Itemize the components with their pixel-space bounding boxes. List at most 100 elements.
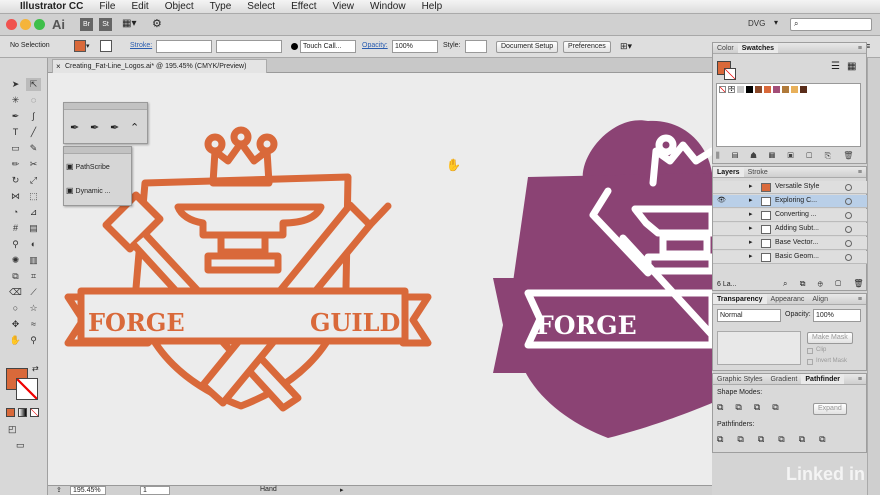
graphic-style-picker[interactable]: [465, 40, 487, 53]
stroke-weight-field[interactable]: [156, 40, 212, 53]
layer-target-icon[interactable]: [845, 184, 852, 191]
zoom-field[interactable]: 195.45%: [70, 486, 106, 495]
close-tab-icon[interactable]: ×: [56, 60, 61, 73]
layer-row[interactable]: ▸ Basic Geom...: [713, 251, 868, 264]
hand-tool-icon[interactable]: ✋: [8, 334, 23, 347]
menu-edit[interactable]: Edit: [123, 1, 156, 12]
opacity-field[interactable]: 100%: [392, 40, 438, 53]
swatch-6[interactable]: [782, 86, 789, 93]
anchor-point-icon[interactable]: ⌃: [130, 121, 139, 134]
color-mode-icon[interactable]: [6, 408, 15, 417]
puppet-warp-icon[interactable]: ✥: [8, 318, 23, 331]
warp-tool-icon[interactable]: ≈: [26, 318, 41, 331]
stroke-color-swatch[interactable]: [100, 40, 112, 52]
menu-view[interactable]: View: [324, 1, 362, 12]
swatch-8[interactable]: [800, 86, 807, 93]
zoom-window-icon[interactable]: [34, 19, 45, 30]
pathfinder-buttons[interactable]: ⧉⧉⧉⧉⧉⧉: [717, 434, 840, 445]
star-tool-icon[interactable]: ☆: [26, 302, 41, 315]
swatch-2[interactable]: [746, 86, 753, 93]
layer-row[interactable]: ▸ Adding Subt...: [713, 223, 868, 236]
expand-arrow-icon[interactable]: ▸: [749, 209, 753, 221]
lasso-icon[interactable]: ◌: [26, 94, 41, 107]
arrange-icon[interactable]: ⊞▾: [620, 41, 632, 52]
expand-arrow-icon[interactable]: ▸: [749, 195, 753, 207]
screen-mode-icon[interactable]: ▭: [16, 440, 25, 451]
flyout-grip[interactable]: [64, 103, 147, 110]
expand-arrow-icon[interactable]: ▸: [749, 181, 753, 193]
variable-width-profile[interactable]: [216, 40, 282, 53]
make-mask-button[interactable]: Make Mask: [807, 332, 853, 344]
tab-graphic-styles[interactable]: Graphic Styles: [713, 374, 767, 384]
layer-target-icon[interactable]: [845, 226, 852, 233]
close-window-icon[interactable]: [6, 19, 17, 30]
bridge-button[interactable]: Br: [80, 18, 93, 31]
swatch-4[interactable]: [764, 86, 771, 93]
preferences-button[interactable]: Preferences: [563, 41, 611, 53]
layer-target-icon[interactable]: [845, 254, 852, 261]
swatch-3[interactable]: [755, 86, 762, 93]
tab-swatches[interactable]: Swatches: [737, 43, 779, 53]
swatch-7[interactable]: [791, 86, 798, 93]
grid-view-icon[interactable]: ▦: [847, 61, 856, 72]
column-graph-icon[interactable]: ▥: [26, 254, 41, 267]
shape-mode-buttons[interactable]: ⧉⧉⧉⧉: [717, 402, 791, 413]
gradient-tool-icon[interactable]: ▤: [26, 222, 41, 235]
layer-row[interactable]: ▸ Base Vector...: [713, 237, 868, 250]
gpu-performance-icon[interactable]: ⚙: [152, 17, 162, 30]
line-tool-icon[interactable]: ╱: [26, 126, 41, 139]
menu-window[interactable]: Window: [362, 1, 414, 12]
scissors-icon[interactable]: ✂: [26, 158, 41, 171]
eyedropper-icon[interactable]: ⚲: [8, 238, 23, 251]
paintbrush-icon[interactable]: ✎: [26, 142, 41, 155]
fill-color-swatch[interactable]: [74, 40, 86, 52]
pathscribe-item[interactable]: ▣ PathScribe: [66, 159, 130, 175]
tab-appearance[interactable]: Appearanc: [767, 294, 809, 304]
mesh-tool-icon[interactable]: #: [8, 222, 23, 235]
swatch-none[interactable]: [719, 86, 726, 93]
opacity-label[interactable]: Opacity:: [362, 42, 388, 49]
layer-target-icon[interactable]: [845, 212, 852, 219]
swatch-registration[interactable]: ✣: [728, 86, 735, 93]
layers-menu-icon[interactable]: ≡: [854, 167, 866, 177]
expand-arrow-icon[interactable]: ▸: [749, 237, 753, 249]
plugin-grip[interactable]: [64, 147, 131, 154]
symbol-sprayer-icon[interactable]: ✺: [8, 254, 23, 267]
ellipse-tool-icon[interactable]: ○: [8, 302, 23, 315]
gradient-mode-icon[interactable]: [18, 408, 27, 417]
add-anchor-icon[interactable]: ✒: [90, 121, 99, 134]
chevron-down-icon[interactable]: ▾: [774, 18, 778, 27]
slice-tool-icon[interactable]: ⌗: [26, 270, 41, 283]
layer-actions[interactable]: ⌕ ⧉ ⊕ ▢ 🗑: [783, 279, 869, 289]
layer-row[interactable]: ▸ Converting ...: [713, 209, 868, 222]
artboard-tool-icon[interactable]: ⧉: [8, 270, 23, 283]
menu-effect[interactable]: Effect: [283, 1, 324, 12]
knife-icon[interactable]: ⟋: [26, 286, 41, 299]
brush-definition[interactable]: Touch Call...: [300, 40, 356, 53]
tab-color[interactable]: Color: [713, 43, 738, 53]
stroke-swatch[interactable]: [16, 378, 38, 400]
stock-button[interactable]: St: [99, 18, 112, 31]
artboard-field[interactable]: 1: [140, 486, 170, 495]
layer-target-icon[interactable]: [845, 198, 852, 205]
perspective-grid-icon[interactable]: ⊿: [26, 206, 41, 219]
stroke-label[interactable]: Stroke:: [130, 42, 152, 49]
stroke-swatch-mini[interactable]: [724, 68, 736, 80]
tab-layers[interactable]: Layers: [713, 167, 744, 177]
eye-icon[interactable]: 👁: [717, 195, 726, 207]
layer-row[interactable]: ▸ Versatile Style: [713, 181, 868, 194]
tab-stroke[interactable]: Stroke: [744, 167, 772, 177]
menu-help[interactable]: Help: [414, 1, 451, 12]
scale-tool-icon[interactable]: ⤢: [26, 174, 41, 187]
free-transform-icon[interactable]: ⬚: [26, 190, 41, 203]
swatch-5[interactable]: [773, 86, 780, 93]
menu-object[interactable]: Object: [157, 1, 202, 12]
swap-fill-stroke-icon[interactable]: ⇄: [32, 364, 39, 373]
opacity-field-t[interactable]: 100%: [813, 309, 861, 322]
curvature-tool-icon[interactable]: ∫: [26, 110, 41, 123]
tab-pathfinder[interactable]: Pathfinder: [801, 374, 845, 384]
layer-target-icon[interactable]: [845, 240, 852, 247]
none-mode-icon[interactable]: [30, 408, 39, 417]
workspace-switcher[interactable]: DVG: [748, 19, 765, 28]
document-tab[interactable]: × Creating_Fat-Line_Logos.ai* @ 195.45% …: [52, 59, 267, 73]
